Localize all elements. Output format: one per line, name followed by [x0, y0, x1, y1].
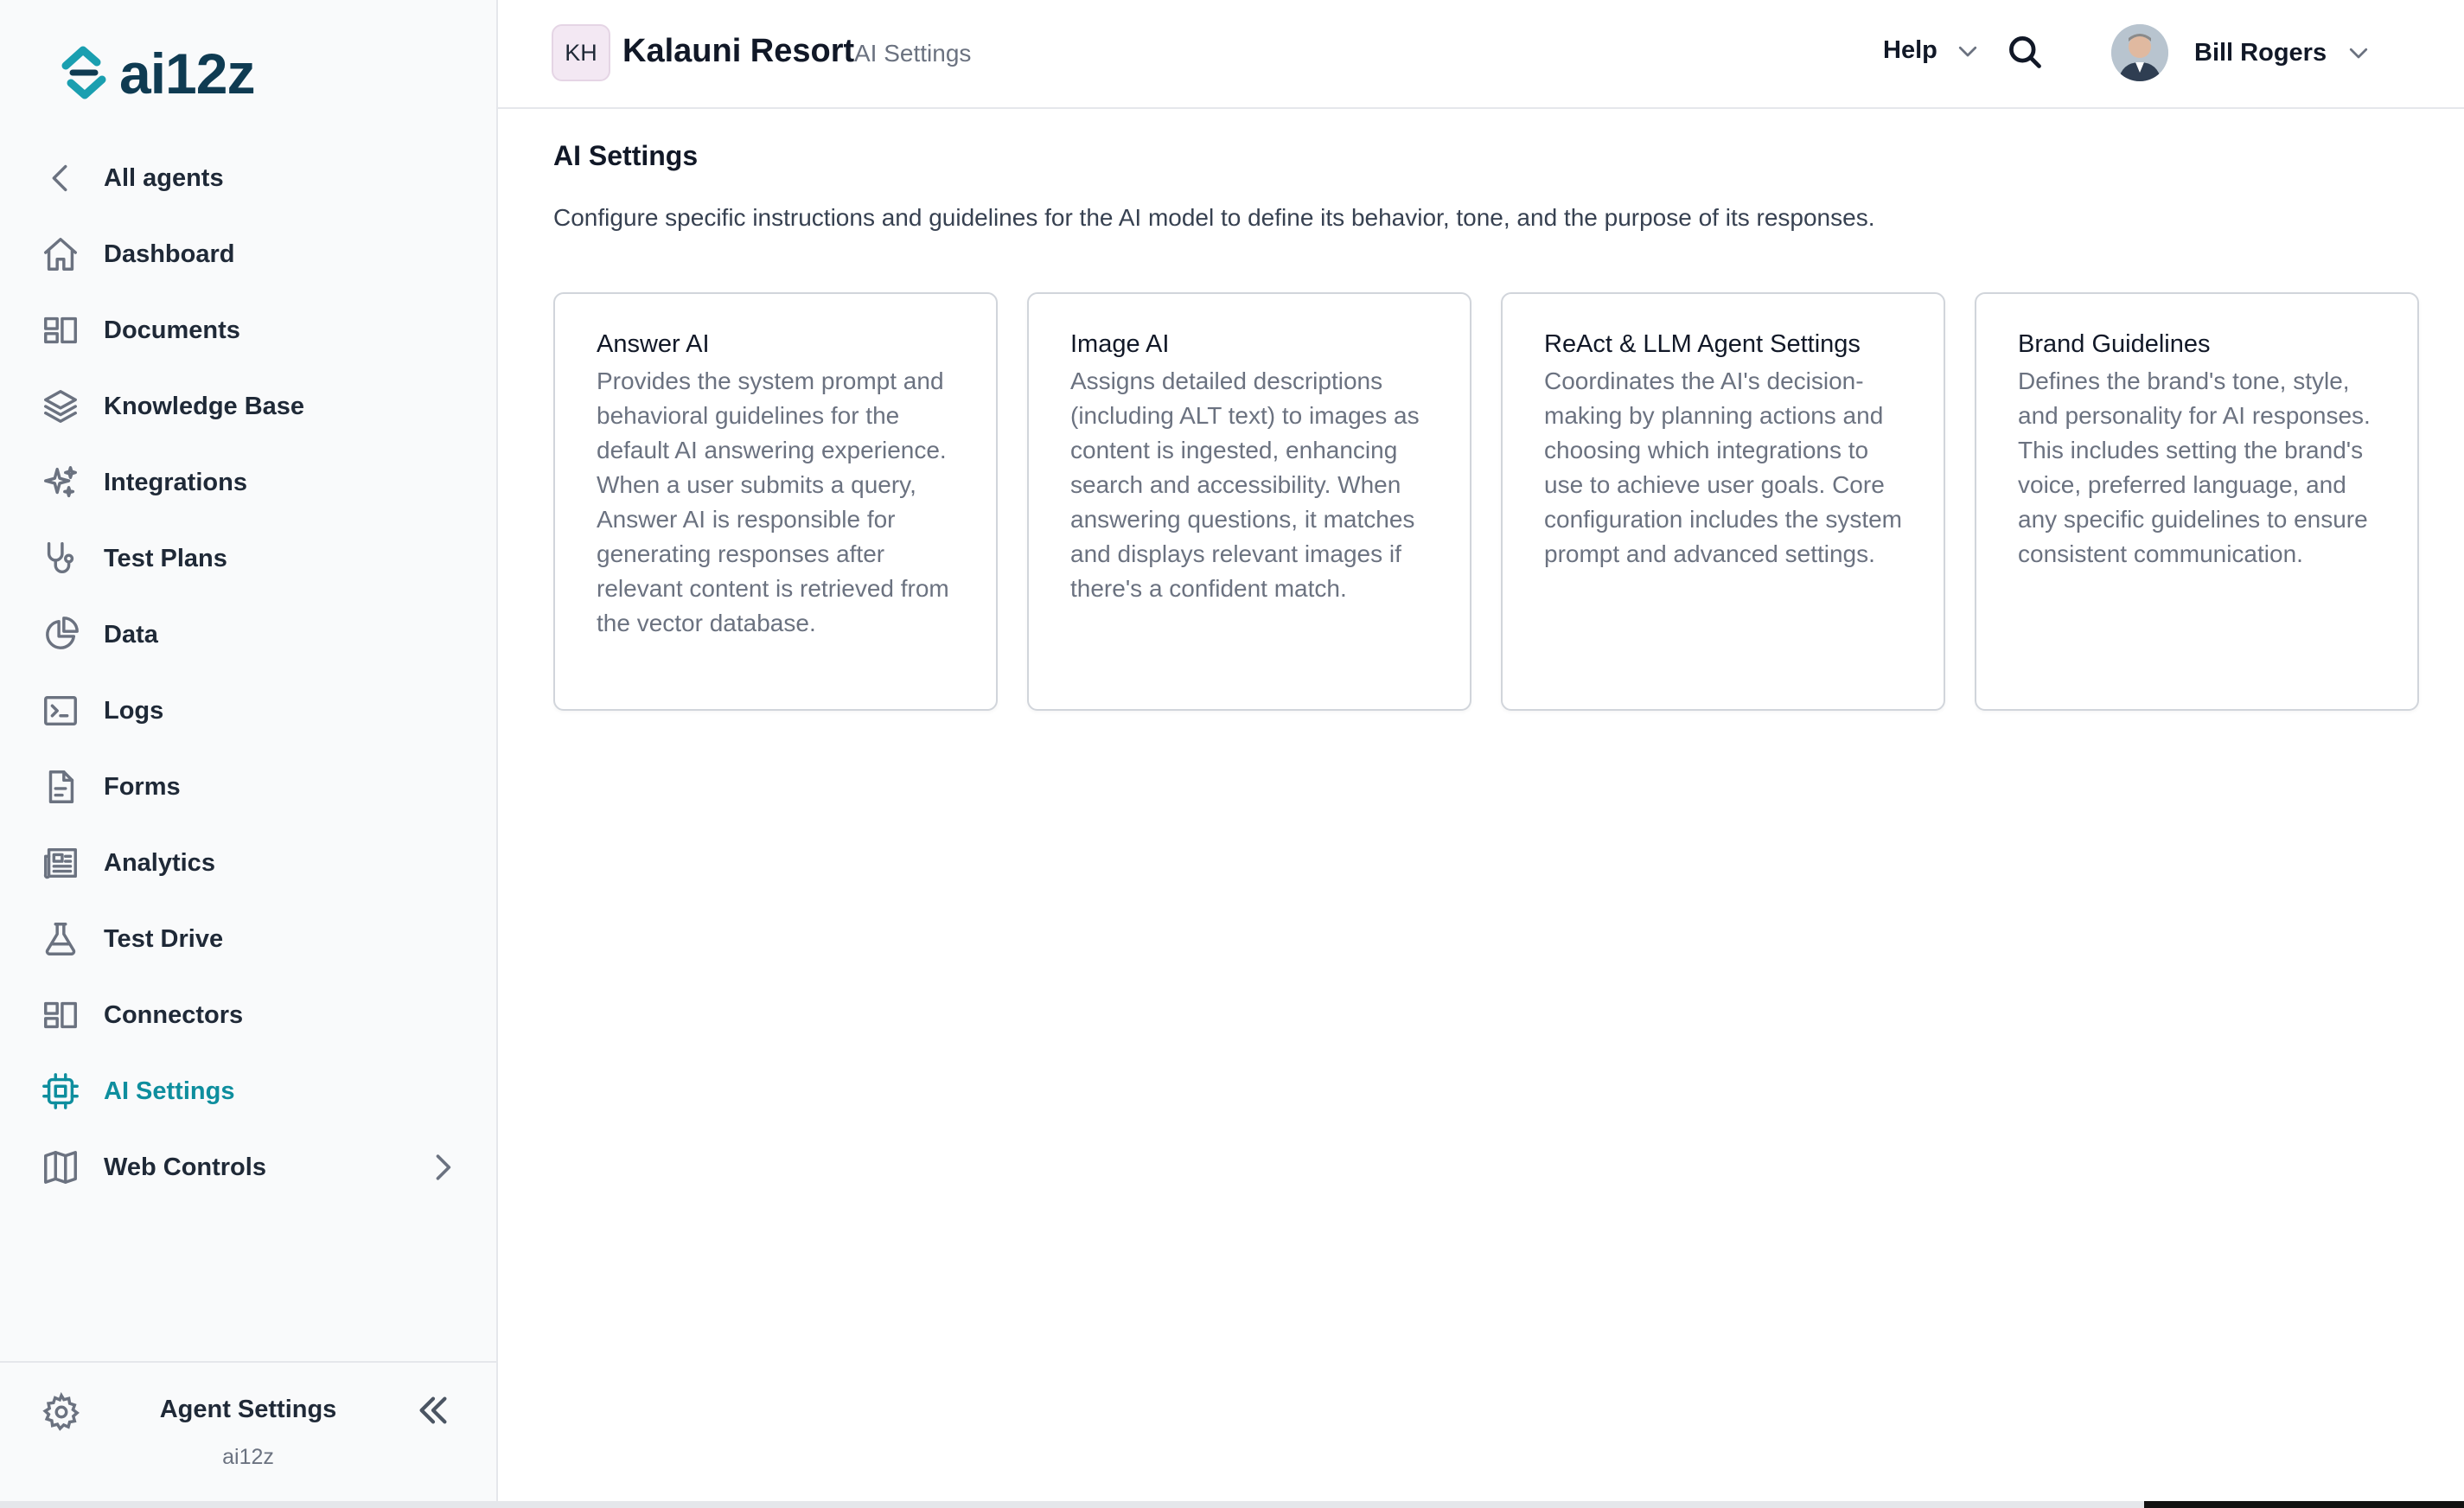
chip-icon — [38, 1069, 83, 1114]
collapse-sidebar-icon[interactable] — [413, 1390, 455, 1432]
logo-text: ai12z — [119, 42, 255, 105]
top-bar: KH Kalauni Resort AI Settings Help Bill … — [498, 0, 2464, 109]
newspaper-icon — [38, 840, 83, 885]
sidebar-item-all-agents[interactable]: All agents — [38, 140, 462, 216]
chevron-right-icon[interactable] — [424, 1148, 462, 1186]
sidebar-item-analytics[interactable]: Analytics — [38, 825, 462, 901]
agent-settings-subtitle: ai12z — [222, 1445, 274, 1469]
card-title: Answer AI — [597, 330, 710, 358]
sidebar-nav: All agents Dashboard Documents Knowledge… — [38, 140, 462, 1205]
chevron-down-icon — [1958, 46, 1976, 56]
layers-icon — [38, 384, 83, 429]
answer-ai-card[interactable]: Answer AI Provides the system prompt and… — [553, 292, 998, 711]
help-menu[interactable]: Help — [1883, 36, 1981, 65]
sidebar-item-label: Dashboard — [104, 240, 235, 268]
org-avatar[interactable]: KH — [552, 24, 610, 81]
window-bottom-strip — [0, 1501, 2464, 1508]
sidebar-item-label: Documents — [104, 316, 240, 344]
card-description: Assigns detailed descriptions (including… — [1070, 367, 1420, 602]
pie-chart-icon — [38, 612, 83, 657]
sidebar: ai12z All agents Dashboard Documents Kno… — [0, 0, 498, 1501]
app-window: ai12z All agents Dashboard Documents Kno… — [0, 0, 2464, 1501]
ai-settings-content: AI Settings Configure specific instructi… — [553, 140, 2421, 711]
stethoscope-icon — [38, 536, 83, 581]
sidebar-item-label: Test Drive — [104, 924, 224, 953]
sidebar-item-connectors[interactable]: Connectors — [38, 977, 462, 1053]
sidebar-item-ai-settings[interactable]: AI Settings — [38, 1053, 462, 1129]
sidebar-item-label: Forms — [104, 772, 181, 801]
sidebar-item-label: Integrations — [104, 468, 247, 496]
sidebar-item-label: Connectors — [104, 1000, 244, 1029]
documents-icon — [38, 308, 83, 353]
image-ai-card[interactable]: Image AI Assigns detailed descriptions (… — [1027, 292, 1471, 711]
file-icon — [38, 764, 83, 809]
book-icon — [38, 1145, 83, 1190]
card-description: Coordinates the AI's decision-making by … — [1544, 367, 1902, 567]
sidebar-item-forms[interactable]: Forms — [38, 749, 462, 825]
sidebar-item-label: Knowledge Base — [104, 392, 305, 420]
card-title: ReAct & LLM Agent Settings — [1544, 330, 1861, 358]
page-description: Configure specific instructions and guid… — [553, 204, 1875, 231]
flask-icon — [38, 917, 83, 962]
sidebar-item-label: Data — [104, 620, 158, 649]
sidebar-item-knowledge-base[interactable]: Knowledge Base — [38, 368, 462, 444]
avatar — [2111, 24, 2168, 81]
user-avatar-icon — [2111, 24, 2168, 81]
chevron-down-icon — [2349, 48, 2368, 59]
taskbar-fragment — [2144, 1501, 2464, 1508]
sidebar-item-integrations[interactable]: Integrations — [38, 444, 462, 521]
settings-cards: Answer AI Provides the system prompt and… — [553, 292, 2419, 711]
page-title: AI Settings — [553, 140, 699, 171]
user-name: Bill Rogers — [2194, 38, 2327, 67]
card-title: Brand Guidelines — [2018, 330, 2211, 358]
help-label: Help — [1883, 36, 1937, 64]
sparkles-icon — [38, 460, 83, 505]
sidebar-item-documents[interactable]: Documents — [38, 292, 462, 368]
main-area: KH Kalauni Resort AI Settings Help Bill … — [498, 0, 2464, 1501]
terminal-icon — [38, 688, 83, 733]
sidebar-item-logs[interactable]: Logs — [38, 673, 462, 749]
user-menu[interactable]: Bill Rogers — [2111, 24, 2371, 81]
react-llm-agent-settings-card[interactable]: ReAct & LLM Agent Settings Coordinates t… — [1501, 292, 1945, 711]
search-button[interactable] — [2006, 33, 2049, 76]
sidebar-item-label: Test Plans — [104, 544, 227, 572]
connectors-icon — [38, 993, 83, 1038]
sidebar-item-label: Web Controls — [104, 1153, 266, 1181]
sidebar-item-data[interactable]: Data — [38, 597, 462, 673]
card-title: Image AI — [1070, 330, 1170, 358]
card-description: Provides the system prompt and behaviora… — [597, 367, 949, 636]
sidebar-item-test-drive[interactable]: Test Drive — [38, 901, 462, 977]
breadcrumb: AI Settings — [854, 40, 972, 67]
sidebar-item-label: AI Settings — [104, 1077, 235, 1105]
logo-mark-icon — [61, 46, 106, 99]
brand-guidelines-card[interactable]: Brand Guidelines Defines the brand's ton… — [1975, 292, 2419, 711]
sidebar-item-label: Logs — [104, 696, 164, 725]
sidebar-item-dashboard[interactable]: Dashboard — [38, 216, 462, 292]
sidebar-item-label: Analytics — [104, 848, 215, 877]
sidebar-item-test-plans[interactable]: Test Plans — [38, 521, 462, 597]
search-icon — [2009, 36, 2041, 68]
chevron-left-icon — [38, 156, 83, 201]
ai12z-logo[interactable]: ai12z — [54, 40, 255, 107]
card-description: Defines the brand's tone, style, and per… — [2018, 367, 2371, 567]
org-name: Kalauni Resort — [622, 33, 855, 69]
sidebar-item-label: All agents — [104, 163, 224, 192]
sidebar-footer: Agent Settings ai12z — [0, 1361, 496, 1501]
sidebar-item-web-controls[interactable]: Web Controls — [38, 1129, 462, 1205]
home-icon — [38, 232, 83, 277]
